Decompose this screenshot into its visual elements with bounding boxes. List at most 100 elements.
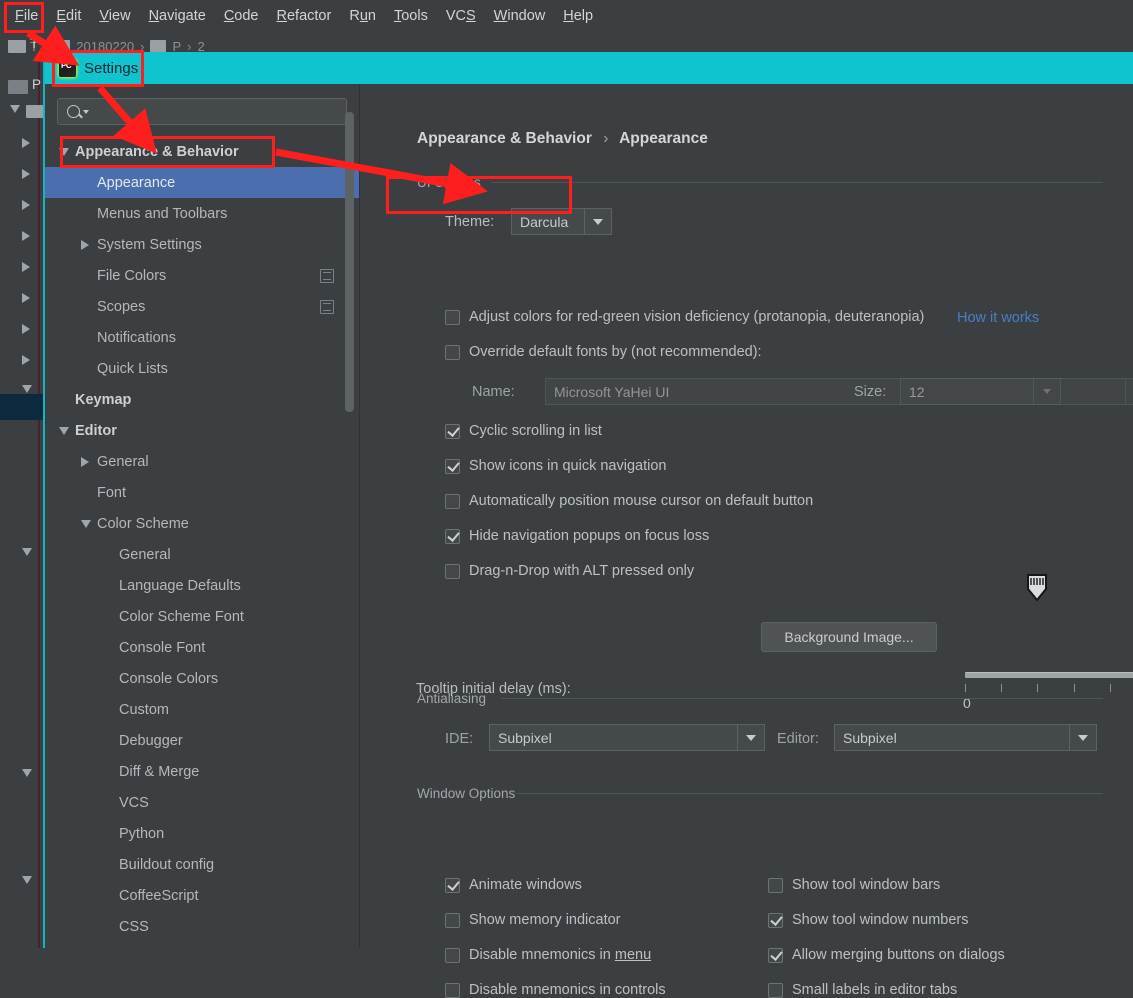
checkbox-show-icons-in-quick-navigation[interactable]: Show icons in quick navigation	[445, 458, 666, 474]
menu-item-tools[interactable]: Tools	[385, 4, 437, 28]
tree-item-custom[interactable]: Custom	[45, 694, 360, 725]
checkbox-box[interactable]	[445, 493, 460, 509]
tree-item-label: Keymap	[75, 391, 132, 408]
tree-item-notifications[interactable]: Notifications	[45, 322, 360, 353]
chevron-right-icon[interactable]	[81, 454, 95, 470]
menu-item-edit[interactable]: Edit	[47, 4, 90, 28]
checkbox-box[interactable]	[768, 947, 783, 963]
checkbox-box[interactable]	[445, 458, 460, 474]
tree-item-language-defaults[interactable]: Language Defaults	[45, 570, 360, 601]
tree-item-scopes[interactable]: Scopes	[45, 291, 360, 322]
chevron-down-icon[interactable]	[81, 516, 95, 532]
menu-item-run[interactable]: Run	[340, 4, 385, 28]
menu-item-view[interactable]: View	[90, 4, 139, 28]
checkbox-box[interactable]	[768, 982, 783, 998]
menu-item-navigate[interactable]: Navigate	[140, 4, 215, 28]
tooltip-delay-slider[interactable]: 0 1200	[963, 664, 1133, 722]
checkbox-automatically-position-mouse-cursor-on-default-button[interactable]: Automatically position mouse cursor on d…	[445, 493, 813, 509]
tree-item-coffeescript[interactable]: CoffeeScript	[45, 880, 360, 911]
chevron-down-icon[interactable]	[59, 423, 73, 439]
tree-item-general[interactable]: General	[45, 446, 360, 477]
tree-item-css[interactable]: CSS	[45, 911, 360, 942]
copy-settings-icon[interactable]	[320, 299, 334, 314]
chevron-down-icon[interactable]	[1033, 379, 1060, 404]
tree-item-python[interactable]: Python	[45, 818, 360, 849]
tree-item-appearance[interactable]: Appearance	[45, 167, 360, 198]
tree-item-font[interactable]: Font	[45, 477, 360, 508]
checkbox-box[interactable]	[445, 982, 460, 998]
tree-item-console-font[interactable]: Console Font	[45, 632, 360, 663]
tree-item-appearance-behavior[interactable]: Appearance & Behavior	[45, 136, 360, 167]
checkbox-box[interactable]	[768, 912, 783, 928]
checkbox-box[interactable]	[768, 877, 783, 893]
bg-tree-label: P	[32, 77, 42, 92]
checkbox-cyclic-scrolling-in-list[interactable]: Cyclic scrolling in list	[445, 423, 602, 439]
checkbox-box[interactable]	[445, 423, 460, 439]
checkbox-small-labels-in-editor-tabs[interactable]: Small labels in editor tabs	[768, 982, 957, 998]
tree-item-color-scheme-font[interactable]: Color Scheme Font	[45, 601, 360, 632]
tree-item-console-colors[interactable]: Console Colors	[45, 663, 360, 694]
checkbox-box[interactable]	[445, 309, 460, 325]
editor-antialiasing-select[interactable]: Subpixel	[834, 724, 1097, 751]
chevron-down-icon[interactable]	[737, 725, 764, 750]
chevron-down-icon	[83, 109, 89, 114]
tree-item-keymap[interactable]: Keymap	[45, 384, 360, 415]
tree-item-quick-lists[interactable]: Quick Lists	[45, 353, 360, 384]
tree-item-file-colors[interactable]: File Colors	[45, 260, 360, 291]
tree-scrollbar-track[interactable]	[345, 84, 354, 896]
font-size-select[interactable]: 12	[900, 378, 1061, 405]
tree-item-menus-and-toolbars[interactable]: Menus and Toolbars	[45, 198, 360, 229]
menu-item-window[interactable]: Window	[485, 4, 555, 28]
tree-item-label: Menus and Toolbars	[97, 205, 228, 222]
breadcrumb-parent[interactable]: Appearance & Behavior	[417, 130, 592, 147]
checkbox-allow-merging-buttons-on-dialogs[interactable]: Allow merging buttons on dialogs	[768, 947, 1005, 963]
tree-item-editor[interactable]: Editor	[45, 415, 360, 446]
checkbox-colorblind[interactable]: Adjust colors for red-green vision defic…	[445, 309, 924, 325]
checkbox-show-tool-window-bars[interactable]: Show tool window bars	[768, 877, 940, 893]
tree-scrollbar-thumb[interactable]	[345, 112, 354, 412]
module-icon	[8, 80, 28, 94]
checkbox-show-memory-indicator[interactable]: Show memory indicator	[445, 912, 621, 928]
menu-item-help[interactable]: Help	[554, 4, 602, 28]
settings-category-tree[interactable]: Appearance & Behavior Appearance Menus and…	[45, 136, 360, 948]
checkbox-disable-mnemonics-in-menu[interactable]: Disable mnemonics in menu	[445, 947, 651, 963]
copy-settings-icon[interactable]	[320, 268, 334, 283]
chevron-down-icon[interactable]	[1125, 379, 1133, 404]
how-it-works-link[interactable]: How it works	[957, 310, 1039, 326]
checkbox-animate-windows[interactable]: Animate windows	[445, 877, 582, 893]
chevron-down-icon[interactable]	[584, 209, 611, 234]
checkbox-box[interactable]	[445, 563, 460, 579]
chevron-down-icon[interactable]	[59, 144, 73, 160]
search-input[interactable]	[57, 98, 347, 125]
checkbox-hide-navigation-popups-on-focus-loss[interactable]: Hide navigation popups on focus loss	[445, 528, 709, 544]
chevron-down-icon[interactable]	[1069, 725, 1096, 750]
tree-item-diff-merge[interactable]: Diff & Merge	[45, 756, 360, 787]
tree-item-buildout-config[interactable]: Buildout config	[45, 849, 360, 880]
slider-thumb[interactable]	[1026, 574, 1048, 602]
tree-item-vcs[interactable]: VCS	[45, 787, 360, 818]
background-image-button[interactable]: Background Image...	[761, 622, 937, 652]
checkbox-drag-n-drop-with-alt-pressed-only[interactable]: Drag-n-Drop with ALT pressed only	[445, 563, 694, 579]
ide-antialiasing-select[interactable]: Subpixel	[489, 724, 765, 751]
theme-select[interactable]: Darcula	[511, 208, 612, 235]
checkbox-box[interactable]	[445, 528, 460, 544]
menu-item-vcs[interactable]: VCS	[437, 4, 485, 28]
tree-item-general[interactable]: General	[45, 539, 360, 570]
checkbox-override-fonts[interactable]: Override default fonts by (not recommend…	[445, 344, 762, 360]
checkbox-label: Hide navigation popups on focus loss	[469, 528, 710, 544]
chevron-right-icon[interactable]	[81, 237, 95, 253]
menu-item-code[interactable]: Code	[215, 4, 268, 28]
menu-item-file[interactable]: File	[6, 4, 47, 28]
checkbox-box[interactable]	[445, 912, 460, 928]
tree-item-color-scheme[interactable]: Color Scheme	[45, 508, 360, 539]
menu-item-refactor[interactable]: Refactor	[268, 4, 341, 28]
checkbox-disable-mnemonics-in-controls[interactable]: Disable mnemonics in controls	[445, 982, 666, 998]
group-divider	[491, 182, 1103, 183]
tree-item-system-settings[interactable]: System Settings	[45, 229, 360, 260]
slider-track[interactable]	[965, 672, 1133, 678]
checkbox-box[interactable]	[445, 947, 460, 963]
checkbox-show-tool-window-numbers[interactable]: Show tool window numbers	[768, 912, 969, 928]
tree-item-debugger[interactable]: Debugger	[45, 725, 360, 756]
checkbox-box[interactable]	[445, 344, 460, 360]
checkbox-box[interactable]	[445, 877, 460, 893]
